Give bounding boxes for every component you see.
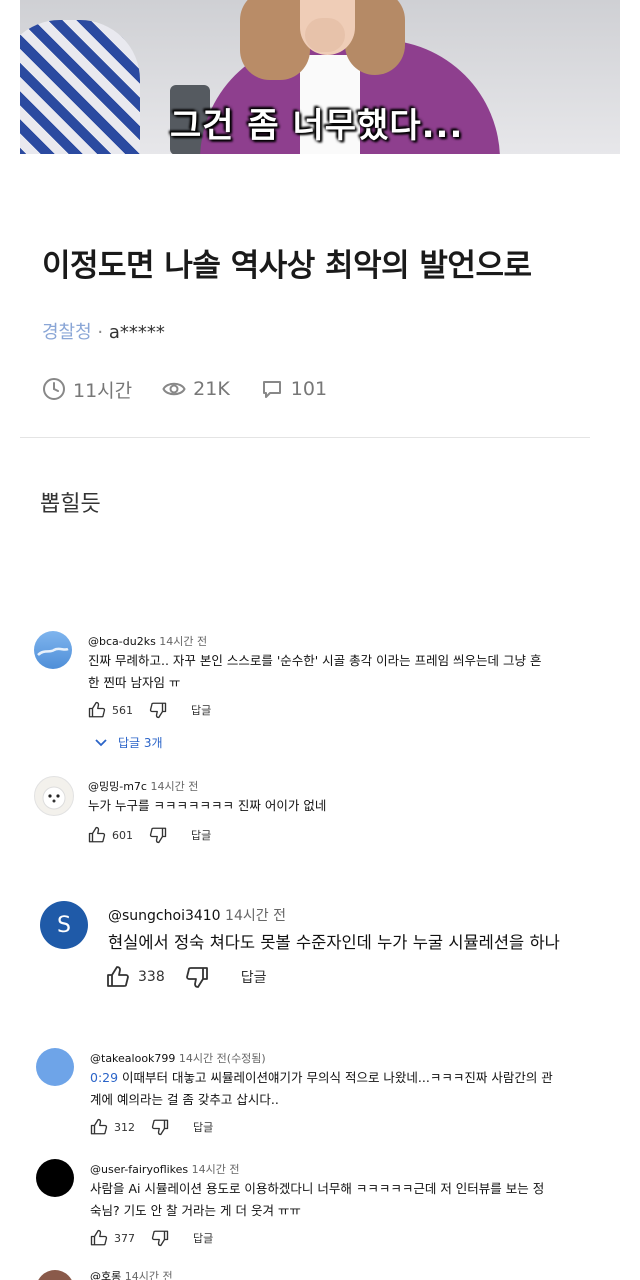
comment-time: 14시간 전 — [191, 1163, 240, 1176]
post-stats: 11시간 21K 101 — [42, 375, 357, 403]
meta-separator: · — [97, 322, 104, 343]
comment-actions: 377 답글 — [90, 1229, 213, 1247]
like-count: 377 — [114, 1231, 135, 1245]
time-value: 11시간 — [73, 379, 133, 402]
hand — [305, 18, 345, 52]
views-value: 21K — [193, 378, 230, 400]
avatar[interactable] — [36, 1159, 74, 1197]
comment-time: 14시간 전 — [124, 1270, 173, 1280]
comment-time: 14시간 전 — [225, 908, 286, 924]
reply-button[interactable]: 답글 — [191, 702, 211, 718]
view-replies-button[interactable]: 답글 3개 — [94, 734, 163, 751]
eye-icon — [162, 382, 186, 396]
comment-actions: 601 답글 — [88, 826, 211, 844]
chevron-down-icon — [95, 738, 107, 746]
comment-actions: 338 답글 — [106, 965, 267, 989]
like-count: 338 — [138, 969, 165, 985]
thumbs-up-icon[interactable] — [106, 965, 130, 989]
avatar[interactable]: S — [40, 901, 88, 949]
comment-time: 14시간 전 — [159, 635, 208, 648]
post-body: 뽑힐듯 — [40, 492, 101, 517]
post-title: 이정도면 나솔 역사상 최악의 발언으로 — [42, 248, 532, 284]
post-meta: 경찰청 · a***** — [42, 318, 165, 344]
comment-icon — [262, 381, 281, 398]
avatar[interactable] — [36, 1270, 74, 1280]
comment-text: 누가 누구를 ㅋㅋㅋㅋㅋㅋㅋ 진짜 어이가 없네 — [88, 798, 327, 813]
comments-stat[interactable]: 101 — [260, 377, 327, 401]
clock-icon — [43, 378, 65, 400]
comment-author[interactable]: @user-fairyoflikes 14시간 전 — [90, 1161, 240, 1177]
comment-item: @호롱 14시간 전 — [0, 1266, 640, 1280]
comment-actions: 312 답글 — [90, 1118, 213, 1136]
author-name: a***** — [108, 322, 165, 343]
comment-author[interactable]: @bca-du2ks 14시간 전 — [88, 633, 207, 649]
thumbs-down-icon[interactable] — [151, 1118, 169, 1136]
views-stat: 21K — [162, 377, 230, 401]
patterned-sweater — [20, 20, 140, 154]
thumbs-up-icon[interactable] — [88, 701, 106, 719]
thumbs-down-icon[interactable] — [185, 965, 209, 989]
comment-item: @takealook799 14시간 전(수정됨) 0:29 이때부터 대놓고 … — [0, 1042, 640, 1142]
like-count: 561 — [112, 703, 133, 717]
thumbs-up-icon[interactable] — [90, 1118, 108, 1136]
comment-author[interactable]: @sungchoi3410 14시간 전 — [108, 905, 286, 925]
thumbs-down-icon[interactable] — [149, 826, 167, 844]
comment-text: 현실에서 정숙 쳐다도 못볼 수준자인데 누가 누굴 시뮬레션을 하나 — [108, 933, 560, 952]
comment-item: @밍밍-m7c 14시간 전 누가 누구를 ㅋㅋㅋㅋㅋㅋㅋ 진짜 어이가 없네 … — [0, 770, 640, 850]
comments-value: 101 — [290, 378, 328, 400]
thumbs-up-icon[interactable] — [90, 1229, 108, 1247]
comment-text: 0:29 이때부터 대놓고 씨뮬레이션얘기가 무의식 적으로 나왔네...ㅋㅋㅋ… — [90, 1070, 553, 1107]
reply-button[interactable]: 답글 — [241, 967, 267, 987]
avatar[interactable] — [34, 631, 72, 669]
reply-button[interactable]: 답글 — [191, 827, 211, 843]
comment-author[interactable]: @takealook799 14시간 전(수정됨) — [90, 1050, 266, 1066]
dog-icon — [42, 786, 66, 810]
board-link[interactable]: 경찰청 — [42, 322, 92, 343]
thumbnail-caption: 그건 좀 너무했다... — [170, 106, 464, 146]
comment-actions: 561 답글 — [88, 701, 211, 719]
comment-author[interactable]: @밍밍-m7c 14시간 전 — [88, 778, 198, 794]
comment-item: @user-fairyoflikes 14시간 전 사람을 Ai 시뮬레이션 용… — [0, 1153, 640, 1253]
comment-time: 14시간 전 — [150, 780, 199, 793]
time-stat: 11시간 — [42, 376, 132, 403]
thumbs-down-icon[interactable] — [149, 701, 167, 719]
comment-text: 사람을 Ai 시뮬레이션 용도로 이용하겠다니 너무해 ㅋㅋㅋㅋㅋ근데 저 인터… — [90, 1181, 545, 1218]
thumbs-down-icon[interactable] — [151, 1229, 169, 1247]
divider — [20, 437, 590, 438]
comment-time: 14시간 전(수정됨) — [178, 1052, 266, 1065]
thumbnail-image: 그건 좀 너무했다... — [20, 0, 620, 154]
comment-text: 진짜 무례하고.. 자꾸 본인 스스로를 '순수한' 시골 총각 이라는 프레임… — [88, 653, 542, 690]
like-count: 601 — [112, 828, 133, 842]
like-count: 312 — [114, 1120, 135, 1134]
avatar[interactable] — [34, 776, 74, 816]
avatar-letter: S — [57, 912, 71, 938]
timestamp-link[interactable]: 0:29 — [90, 1070, 118, 1085]
avatar[interactable] — [36, 1048, 74, 1086]
reply-button[interactable]: 답글 — [193, 1119, 213, 1135]
thumbs-up-icon[interactable] — [88, 826, 106, 844]
comment-item: S @sungchoi3410 14시간 전 현실에서 정숙 쳐다도 못볼 수준… — [0, 895, 640, 995]
cloud-icon — [37, 647, 69, 656]
comment-author[interactable]: @호롱 14시간 전 — [90, 1268, 173, 1280]
reply-button[interactable]: 답글 — [193, 1230, 213, 1246]
